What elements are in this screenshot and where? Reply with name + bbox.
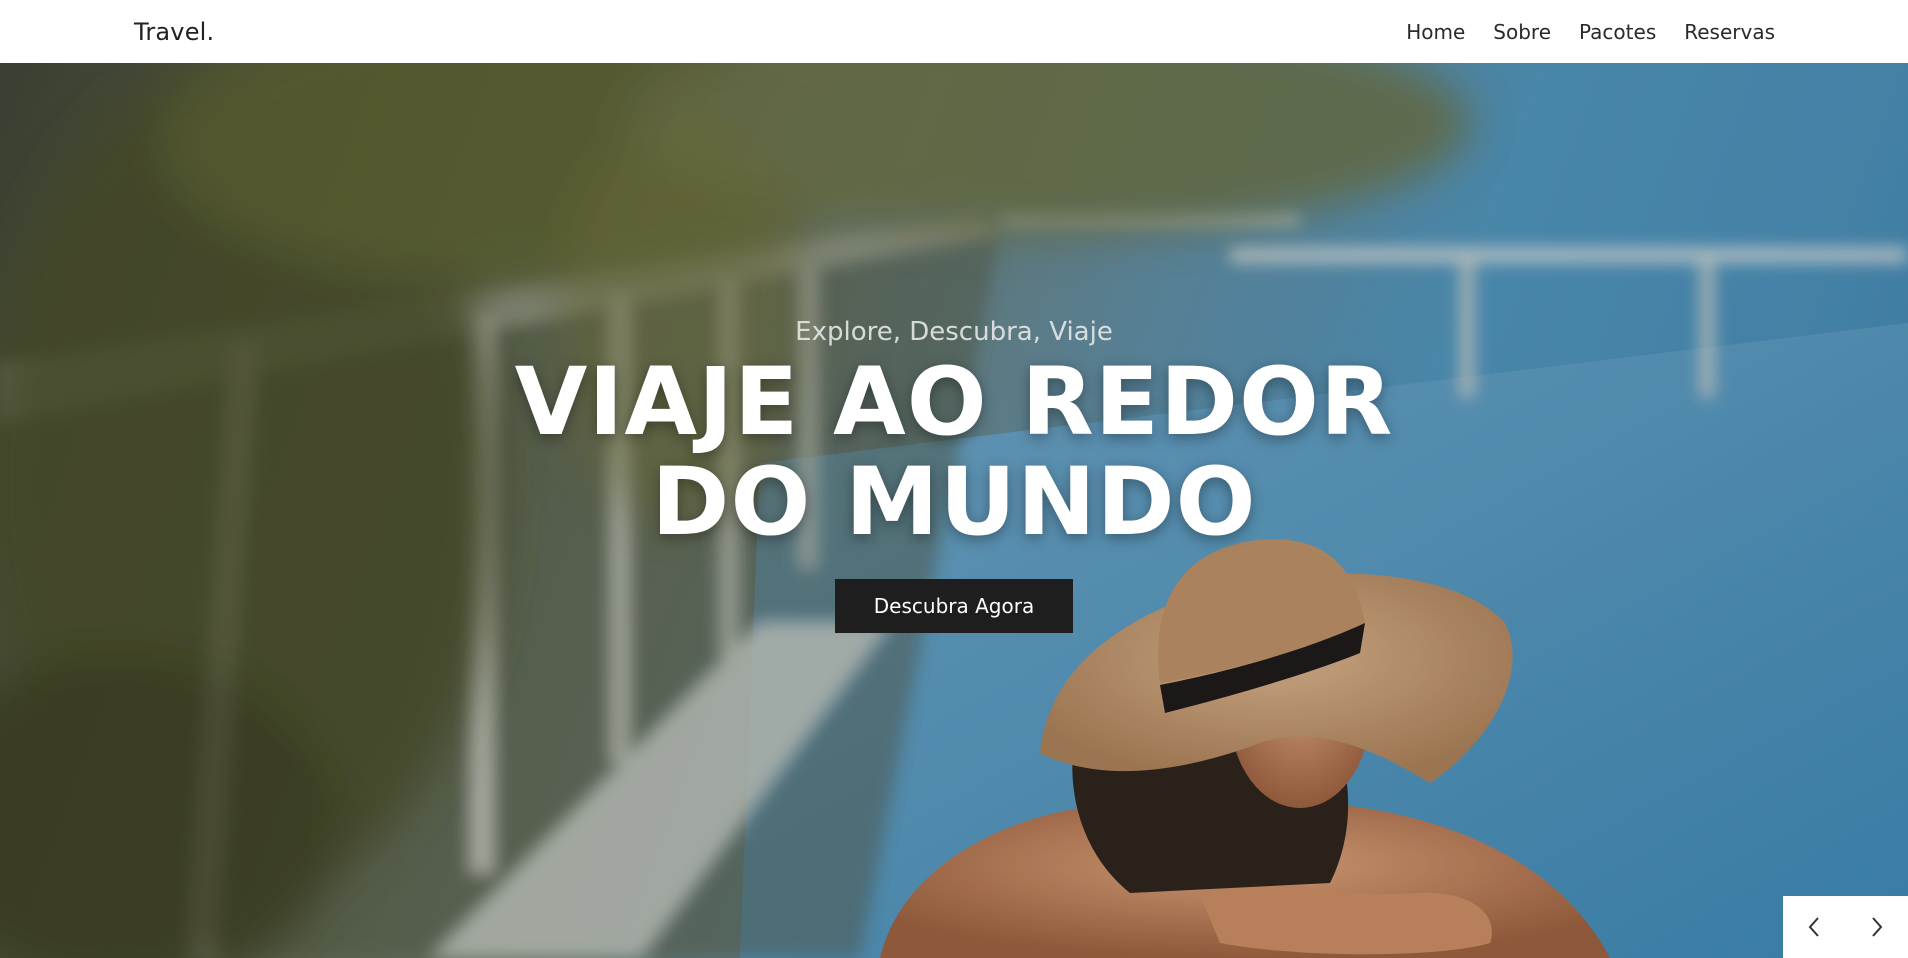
discover-now-button[interactable]: Descubra Agora bbox=[835, 579, 1073, 633]
chevron-left-icon bbox=[1808, 917, 1819, 937]
nav-links: Home Sobre Pacotes Reservas bbox=[1406, 20, 1775, 44]
hero-title: VIAJE AO REDOR DO MUNDO bbox=[514, 348, 1394, 557]
hero-content: Explore, Descubra, Viaje VIAJE AO REDOR … bbox=[0, 317, 1908, 633]
brand-logo[interactable]: Travel. bbox=[134, 18, 214, 46]
slider-controls bbox=[1783, 896, 1908, 958]
hero-eyebrow: Explore, Descubra, Viaje bbox=[795, 317, 1113, 347]
nav-link-home[interactable]: Home bbox=[1406, 20, 1465, 44]
nav-link-pacotes[interactable]: Pacotes bbox=[1579, 20, 1656, 44]
slider-prev-button[interactable] bbox=[1794, 907, 1834, 947]
nav-link-reservas[interactable]: Reservas bbox=[1684, 20, 1775, 44]
slider-next-button[interactable] bbox=[1857, 907, 1897, 947]
navbar: Travel. Home Sobre Pacotes Reservas bbox=[0, 0, 1908, 63]
chevron-right-icon bbox=[1872, 917, 1883, 937]
nav-link-sobre[interactable]: Sobre bbox=[1493, 20, 1551, 44]
hero-section: Explore, Descubra, Viaje VIAJE AO REDOR … bbox=[0, 63, 1908, 958]
